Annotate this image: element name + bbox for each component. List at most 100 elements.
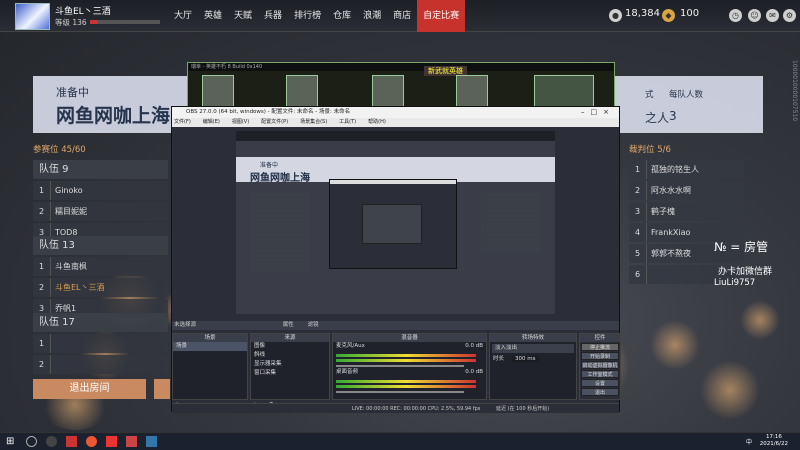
input-language[interactable]: 中 bbox=[746, 437, 752, 446]
audio-meter bbox=[336, 359, 476, 362]
menu-help[interactable]: 帮助(H) bbox=[368, 118, 386, 127]
properties-button[interactable]: 属性 bbox=[283, 322, 294, 328]
team-slot-self[interactable]: 2 斗鱼EL丶三酒 bbox=[33, 278, 168, 297]
nav-lobby[interactable]: 大厅 bbox=[168, 0, 198, 32]
menu-tools[interactable]: 工具(T) bbox=[339, 118, 356, 127]
menu-file[interactable]: 文件(F) bbox=[174, 118, 191, 127]
preview-topbar bbox=[236, 131, 555, 141]
mixer-channel-label: 麦克风/Aux 0.0 dB bbox=[336, 343, 483, 349]
referee-slot[interactable]: 2 阿水水水啊 bbox=[629, 181, 744, 200]
nav-custom-match[interactable]: 自定比赛 bbox=[417, 0, 466, 32]
app-taskbar-icon[interactable] bbox=[146, 436, 157, 447]
menu-edit[interactable]: 编辑(E) bbox=[203, 118, 220, 127]
menu-profile[interactable]: 配置文件(P) bbox=[261, 118, 288, 127]
player-level: 等级 136 bbox=[55, 18, 87, 27]
mail-icon[interactable]: ✉ bbox=[766, 9, 779, 22]
obs-preview[interactable]: 准备中 网鱼网咖上海 bbox=[236, 131, 555, 314]
menu-scene-collection[interactable]: 场景集合(S) bbox=[300, 118, 327, 127]
menu-view[interactable]: 视图(V) bbox=[232, 118, 249, 127]
hero-panel bbox=[534, 75, 594, 109]
top-bar: 斗鱼EL丶三酒 等级 136 大厅 英雄 天赋 兵器 排行榜 仓库 浪潮 商店 … bbox=[0, 0, 800, 32]
stream-overlay-admin: № = 房管 bbox=[714, 240, 769, 254]
obs-window: OBS 27.0.0 (64 bit, windows) - 配置文件: 未命名… bbox=[171, 106, 621, 413]
gem-icon: ◆ bbox=[662, 9, 675, 22]
volume-slider[interactable] bbox=[336, 365, 464, 367]
duration-input[interactable]: 300 ms bbox=[512, 356, 539, 362]
nav-warehouse[interactable]: 仓库 bbox=[327, 0, 357, 32]
game-capture-window: 瑞幸 - 英雄不朽 8 Build 0x140 新武就英雄 bbox=[187, 62, 615, 110]
room-status: 准备中 bbox=[56, 86, 89, 99]
team-slot[interactable]: 2 bbox=[33, 355, 168, 374]
referee-slot[interactable]: 1 孤独的铭生人 bbox=[629, 160, 744, 179]
xp-bar bbox=[90, 20, 160, 24]
scene-item[interactable]: 场景 bbox=[173, 342, 247, 351]
team-slot[interactable]: 1 斗鱼南枫 bbox=[33, 257, 168, 276]
audio-meter bbox=[336, 385, 476, 388]
participants-header: 参赛位 45/60 bbox=[33, 145, 86, 155]
nav-heroes[interactable]: 英雄 bbox=[198, 0, 228, 32]
team-9: 队伍 9 1 Ginoko 2 糯目妮妮 3 TOD8 bbox=[33, 160, 168, 244]
start-recording-button[interactable]: 开始录制 bbox=[581, 352, 619, 360]
obs-menu-bar: 文件(F) 编辑(E) 视图(V) 配置文件(P) 场景集合(S) 工具(T) … bbox=[172, 118, 619, 127]
nav-weapons[interactable]: 兵器 bbox=[258, 0, 288, 32]
team-name: 队伍 13 bbox=[33, 236, 168, 255]
obs-taskbar-icon[interactable] bbox=[46, 436, 57, 447]
currency-gold: 18,384 bbox=[625, 8, 660, 19]
filters-button[interactable]: 滤镜 bbox=[308, 322, 319, 328]
stream-overlay-card: 办卡加微信群 bbox=[718, 267, 773, 277]
nav-shop[interactable]: 商店 bbox=[387, 0, 417, 32]
users-icon[interactable]: ☺ bbox=[748, 9, 761, 22]
window-controls[interactable]: –□× bbox=[581, 107, 615, 118]
hero-portrait bbox=[202, 75, 234, 109]
exit-button[interactable]: 退出 bbox=[581, 388, 619, 396]
transition-select[interactable]: 淡入淡出 bbox=[492, 344, 574, 353]
scenes-panel: 场景 场景 bbox=[172, 333, 248, 400]
currency-gem: 100 bbox=[680, 8, 700, 19]
stop-streaming-button[interactable]: 停止推流 bbox=[581, 343, 619, 351]
nav-leaderboard[interactable]: 排行榜 bbox=[288, 0, 327, 32]
team-slot[interactable]: 1 Ginoko bbox=[33, 181, 168, 200]
exit-room-button[interactable]: 退出房间 bbox=[33, 379, 146, 399]
preview-nested-obs bbox=[329, 179, 457, 269]
search-icon[interactable] bbox=[26, 436, 37, 447]
studio-mode-button[interactable]: 工作室模式 bbox=[581, 370, 619, 378]
preview-source-bar: 未选择源 属性 滤镜 bbox=[172, 321, 619, 330]
windows-start-icon[interactable]: ⊞ bbox=[6, 436, 17, 447]
audio-meter bbox=[336, 354, 476, 357]
referees-header: 裁判位 5/6 bbox=[629, 145, 671, 155]
team-slot[interactable]: 1 bbox=[33, 334, 168, 353]
virtual-camera-button[interactable]: 启动虚拟摄像机 bbox=[581, 361, 619, 369]
team-name: 队伍 17 bbox=[33, 313, 168, 332]
secondary-button[interactable] bbox=[154, 379, 170, 399]
hero-portrait bbox=[372, 75, 404, 109]
team-slot[interactable]: 2 糯目妮妮 bbox=[33, 202, 168, 221]
nav-talents[interactable]: 天赋 bbox=[228, 0, 258, 32]
avatar[interactable] bbox=[15, 3, 50, 30]
browser-taskbar-icon[interactable] bbox=[86, 436, 97, 447]
system-clock[interactable]: 17:16 2021/6/22 bbox=[760, 434, 788, 448]
obs-title-bar: OBS 27.0.0 (64 bit, windows) - 配置文件: 未命名… bbox=[172, 107, 619, 118]
hero-portrait bbox=[286, 75, 318, 109]
source-item[interactable]: 窗口采集 bbox=[251, 369, 329, 378]
nav-waves[interactable]: 浪潮 bbox=[357, 0, 387, 32]
volume-slider[interactable] bbox=[336, 391, 464, 393]
room-name: 网鱼网咖上海 bbox=[56, 105, 171, 127]
team-13: 队伍 13 1 斗鱼南枫 2 斗鱼EL丶三酒 3 乔帆1 bbox=[33, 236, 168, 320]
clock-icon[interactable]: ◷ bbox=[729, 9, 742, 22]
settings-icon[interactable]: ⚙ bbox=[783, 9, 796, 22]
app-taskbar-icon[interactable] bbox=[66, 436, 77, 447]
source-item[interactable]: 图像 bbox=[251, 342, 329, 351]
duration-row: 时长 300 ms bbox=[490, 355, 576, 364]
mixer-panel: 混音器 麦克风/Aux 0.0 dB 桌面音频 0.0 dB bbox=[332, 333, 487, 400]
obs-dock: 未选择源 属性 滤镜 场景 场景 来源 图像 斜线 显示器采集 窗口采集 混音器… bbox=[172, 321, 621, 413]
referee-slot[interactable]: 3 鹤子槐 bbox=[629, 202, 744, 221]
source-item[interactable]: 斜线 bbox=[251, 351, 329, 360]
preview-team-list bbox=[250, 193, 310, 273]
hero-portrait bbox=[456, 75, 488, 109]
settings-button[interactable]: 设置 bbox=[581, 379, 619, 387]
obs-status-bar: LIVE: 00:00:00 REC: 00:00:00 CPU: 2.5%, … bbox=[172, 403, 619, 413]
game-taskbar-icon[interactable] bbox=[126, 436, 137, 447]
source-item[interactable]: 显示器采集 bbox=[251, 360, 329, 369]
sources-panel: 来源 图像 斜线 显示器采集 窗口采集 bbox=[250, 333, 330, 400]
app-taskbar-icon[interactable] bbox=[106, 436, 117, 447]
